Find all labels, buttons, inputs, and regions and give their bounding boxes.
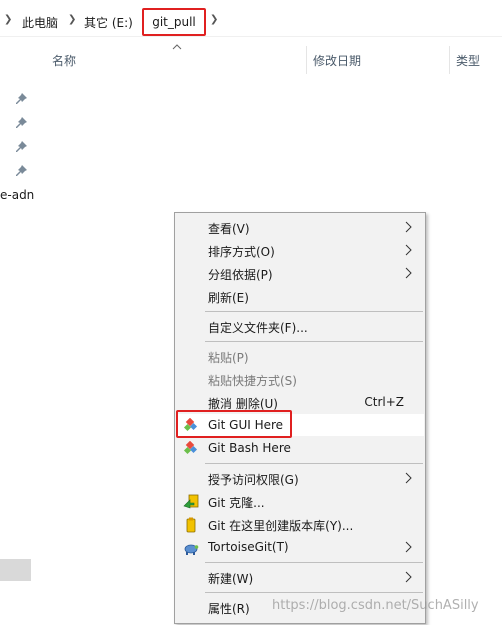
breadcrumb-git-pull[interactable]: git_pull	[152, 15, 196, 29]
chevron-right-icon[interactable]: ❯	[68, 14, 76, 25]
git-clone-icon	[183, 494, 199, 509]
watermark-text: https://blog.csdn.net/SuchASilly	[272, 598, 479, 613]
nav-item-partial[interactable]: e-adn	[0, 188, 34, 202]
menu-separator	[205, 463, 423, 464]
menu-item-label: Git 克隆...	[208, 496, 265, 510]
menu-item-label: 自定义文件夹(F)...	[208, 321, 308, 335]
menu-item-git-clone[interactable]: Git 克隆...	[176, 490, 424, 512]
menu-item-label: 查看(V)	[208, 222, 250, 236]
submenu-arrow-icon	[405, 571, 412, 583]
pin-icon[interactable]	[14, 140, 28, 154]
submenu-arrow-icon	[405, 267, 412, 279]
menu-item-label: 分组依据(P)	[208, 268, 273, 282]
git-gui-highlight-box	[176, 410, 292, 438]
menu-item-label: Git Bash Here	[208, 441, 291, 455]
menu-item-new[interactable]: 新建(W)	[176, 566, 424, 588]
column-header-name[interactable]: 名称	[52, 52, 76, 72]
menu-item-label: 粘贴快捷方式(S)	[208, 374, 297, 388]
menu-separator	[205, 562, 423, 563]
menu-separator	[205, 592, 423, 593]
git-create-repo-icon	[186, 517, 196, 533]
menu-item-label: TortoiseGit(T)	[208, 540, 289, 554]
pin-icon[interactable]	[14, 164, 28, 178]
submenu-arrow-icon	[405, 221, 412, 233]
menu-item-label: 新建(W)	[208, 572, 254, 586]
breadcrumb-drive-e[interactable]: 其它 (E:)	[84, 14, 133, 31]
column-header-type[interactable]: 类型	[456, 52, 480, 72]
menu-item-git-bash[interactable]: Git Bash Here	[176, 437, 424, 459]
chevron-right-icon[interactable]: ❯	[210, 14, 218, 25]
breadcrumb-current-highlight: git_pull	[142, 8, 206, 36]
menu-separator	[205, 341, 423, 342]
pin-icon[interactable]	[14, 92, 28, 106]
menu-item-label: 排序方式(O)	[208, 245, 275, 259]
menu-item-paste[interactable]: 粘贴(P)	[176, 345, 424, 367]
menu-item-customize-folder[interactable]: 自定义文件夹(F)...	[176, 315, 424, 337]
pin-icon[interactable]	[14, 116, 28, 130]
menu-item-label: 授予访问权限(G)	[208, 473, 299, 487]
menu-item-label: Git 在这里创建版本库(Y)...	[208, 519, 354, 533]
menu-item-view[interactable]: 查看(V)	[176, 216, 424, 238]
chevron-right-icon: ❯	[4, 14, 13, 25]
submenu-arrow-icon	[405, 472, 412, 484]
submenu-arrow-icon	[405, 541, 412, 553]
submenu-arrow-icon	[405, 244, 412, 256]
menu-item-label: 粘贴(P)	[208, 351, 249, 365]
menu-item-group[interactable]: 分组依据(P)	[176, 262, 424, 284]
menu-item-grant-access[interactable]: 授予访问权限(G)	[176, 467, 424, 489]
menu-item-git-init[interactable]: Git 在这里创建版本库(Y)...	[176, 513, 424, 535]
menu-item-shortcut: Ctrl+Z	[364, 395, 404, 409]
breadcrumb-this-pc[interactable]: 此电脑	[22, 14, 58, 31]
menu-separator	[205, 311, 423, 312]
sort-ascending-icon	[172, 44, 182, 50]
menu-item-sort[interactable]: 排序方式(O)	[176, 239, 424, 261]
menu-item-label: 刷新(E)	[208, 291, 249, 305]
column-header-modified[interactable]: 修改日期	[313, 52, 361, 72]
nav-item-selected[interactable]	[0, 559, 31, 581]
address-bar[interactable]: ❯ 此电脑 ❯ 其它 (E:) git_pull ❯	[0, 8, 502, 37]
git-bash-icon	[183, 441, 198, 455]
menu-item-paste-shortcut[interactable]: 粘贴快捷方式(S)	[176, 368, 424, 390]
menu-item-label: 属性(R)	[208, 602, 250, 616]
menu-item-tortoisegit[interactable]: TortoiseGit(T)	[176, 536, 424, 558]
tortoisegit-icon	[184, 544, 199, 555]
menu-item-refresh[interactable]: 刷新(E)	[176, 285, 424, 307]
column-divider[interactable]	[449, 46, 450, 74]
column-divider[interactable]	[306, 46, 307, 74]
